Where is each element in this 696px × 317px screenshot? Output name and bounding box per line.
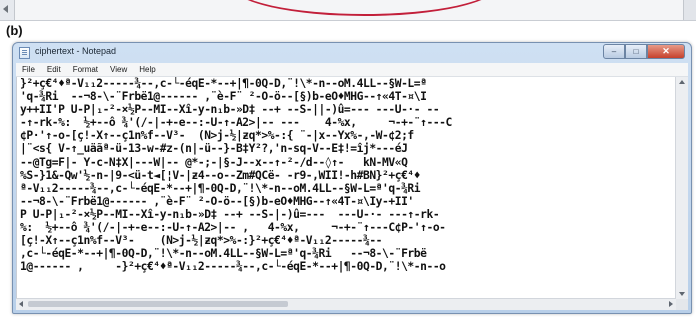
figure-label: (b) xyxy=(6,23,23,38)
arrow-left-icon xyxy=(3,5,8,13)
menu-bar: File Edit Format View Help xyxy=(16,63,688,77)
notepad-icon xyxy=(19,47,30,59)
ciphertext-line: 1@------ , -}²+ç€⁴♦ª-V₁₁2-----¾--,c-└-éq… xyxy=(20,260,446,274)
ciphertext-line: %S-}1&-Qw'½-n-|9-<ü-t◄[¦V-|ƶ4--o--Zm#QCë… xyxy=(20,168,421,182)
notepad-window: ciphertext - Notepad – □ ✕ File Edit For… xyxy=(12,42,692,314)
red-arc-annotation xyxy=(232,0,497,16)
ciphertext-line: ª-V₁₁2-----¾--,c-└-éqE-*--+|¶-0Q-D,¨!\*-… xyxy=(20,181,421,195)
menu-edit[interactable]: Edit xyxy=(41,65,67,74)
title-bar[interactable]: ciphertext - Notepad – □ ✕ xyxy=(13,43,691,63)
window-title: ciphertext - Notepad xyxy=(35,46,117,56)
ciphertext-line: P U-P|₁-²-×½P--MI--Xî-y-n₁b-»D‡ --+ --S-… xyxy=(20,207,440,221)
menu-format[interactable]: Format xyxy=(67,65,104,74)
window-controls: – □ ✕ xyxy=(603,44,685,60)
menu-help[interactable]: Help xyxy=(133,65,161,74)
horizontal-scrollbar[interactable] xyxy=(16,298,676,310)
ciphertext-line: --@Tg=F|- Y-c-N‡X|---W|-- @*-;-|§-J--x--… xyxy=(20,155,408,169)
text-editor-area[interactable]: }²+ç€⁴♦ª-V₁₁2-----¾--,c-└-éqE-*--+|¶-0Q-… xyxy=(16,77,676,299)
scroll-down-icon[interactable] xyxy=(679,292,685,296)
ciphertext-line: ¢P·'↑-o-[ç!-X↑--ç1n%f--V³- (N>j-½|ƶq*>%-… xyxy=(20,129,414,143)
scroll-left-button[interactable] xyxy=(0,0,15,20)
maximize-button[interactable]: □ xyxy=(625,44,647,59)
horizontal-scroll-thumb[interactable] xyxy=(28,301,288,307)
minimize-button[interactable]: – xyxy=(603,44,625,59)
ciphertext-line: --¬8-\-¨Frbë1@------ ,¨è-F¨ ²-O-ö--[§)b-… xyxy=(20,194,414,208)
ciphertext-line: y++II'P U-P|₁-²-×½P--MI--Xî-y-n₁b-»D‡ --… xyxy=(20,103,440,117)
ciphertext-line: ,c-└-éqE-*--+|¶-0Q-D,¨!\*-n--oM.4LL--§W-… xyxy=(20,247,427,261)
ciphertext-line: 'q-¾Ri --¬8-\-¨Frbë1@------ ,¨è-F¨ ²-O-ö… xyxy=(20,90,427,104)
ciphertext-line: [ç!-X↑--ç1n%f--V³- (N>j-½|ƶq*>%-:}²+ç€⁴♦… xyxy=(20,234,383,248)
close-button[interactable]: ✕ xyxy=(647,44,685,59)
scroll-up-icon[interactable] xyxy=(679,80,685,84)
screenshot-page: (b) ciphertext - Notepad – □ ✕ File Edit… xyxy=(0,0,696,317)
ciphertext-line: %: ½+--ô ¾'(/-|-+-e--:-U-↑-A2>|-- , 4-%x… xyxy=(20,221,446,235)
resize-grip[interactable] xyxy=(676,299,688,310)
menu-view[interactable]: View xyxy=(104,65,133,74)
menu-file[interactable]: File xyxy=(16,65,41,74)
scroll-right-icon[interactable] xyxy=(669,301,673,307)
ciphertext-line: }²+ç€⁴♦ª-V₁₁2-----¾--,c-└-éqE-*--+|¶-0Q-… xyxy=(20,77,427,90)
scrollbar-fragment[interactable] xyxy=(683,0,696,20)
scroll-left-icon[interactable] xyxy=(19,301,23,307)
vertical-scrollbar[interactable] xyxy=(675,77,688,299)
ciphertext-line: -↑-rk-%: ½+--ô ¾'(/-|-+-e--:-U-↑-A2>|-- … xyxy=(20,116,452,130)
ciphertext-line: |¨<s{ V-↑_uäãª-ü-13-w-#z-(n|-ü--}-B‡Y²?,… xyxy=(20,142,408,156)
previous-window-fragment xyxy=(0,0,696,21)
